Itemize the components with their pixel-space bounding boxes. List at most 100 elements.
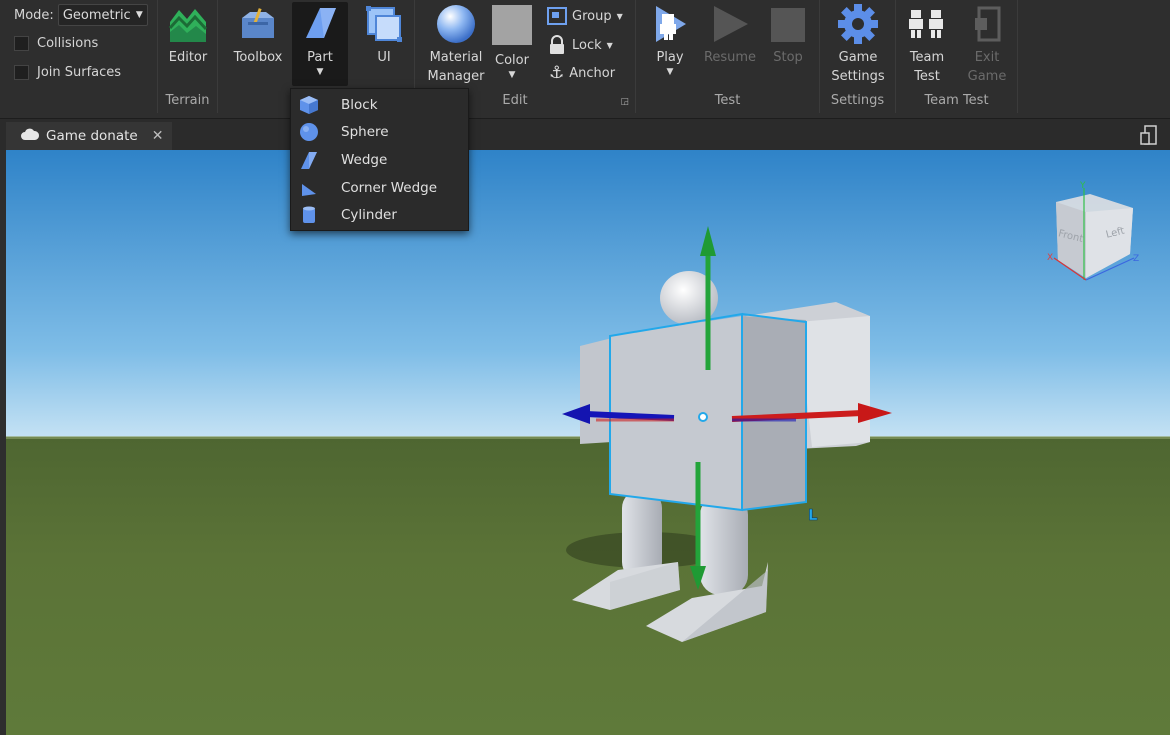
- menu-item-block[interactable]: Block: [291, 91, 468, 119]
- play-icon: [648, 2, 692, 46]
- play-button[interactable]: Play ▼: [648, 2, 692, 77]
- document-tab-bar: Game donate ✕: [0, 119, 1170, 150]
- menu-item-label: Sphere: [341, 124, 389, 141]
- team-test-line2: Test: [914, 69, 940, 84]
- menu-item-label: Corner Wedge: [341, 179, 438, 196]
- cylinder-icon: [299, 205, 319, 225]
- menu-item-sphere[interactable]: Sphere: [291, 119, 468, 147]
- tab-game-donate[interactable]: Game donate ✕: [6, 122, 172, 150]
- scene: L Front Left Y X Z: [6, 150, 1170, 735]
- terrain-icon: [166, 2, 210, 46]
- lock-icon: [550, 35, 564, 54]
- mode-select[interactable]: Geometric ▼: [57, 4, 148, 26]
- anchor-icon: ⚓: [549, 63, 565, 83]
- tab-title: Game donate: [46, 128, 138, 144]
- chevron-down-icon: ▼: [616, 11, 623, 21]
- tools-group: Mode: Geometric ▼ Collisions Join Surfac…: [0, 0, 158, 113]
- ribbon-toolbar: Mode: Geometric ▼ Collisions Join Surfac…: [0, 0, 1170, 119]
- lock-button[interactable]: Lock ▼: [547, 35, 613, 55]
- terrain-editor-button[interactable]: Editor: [166, 2, 210, 67]
- anchor-button[interactable]: ⚓ Anchor: [549, 63, 615, 83]
- color-button[interactable]: Color ▼: [491, 2, 533, 80]
- lock-label: Lock: [572, 37, 602, 53]
- game-settings-line2: Settings: [831, 69, 885, 84]
- mode-label: Mode:: [14, 7, 54, 23]
- wedge-icon: [299, 150, 319, 170]
- gear-icon: [836, 2, 880, 46]
- chevron-down-icon: ▼: [606, 40, 613, 50]
- collisions-label: Collisions: [37, 36, 99, 51]
- group-button[interactable]: Group ▼: [547, 7, 623, 25]
- chevron-down-icon: ▼: [135, 10, 143, 20]
- toolbox-button[interactable]: Toolbox: [230, 2, 286, 67]
- exit-game-line1: Exit: [974, 50, 1000, 65]
- group-icon: [547, 7, 567, 25]
- join-surfaces-checkbox[interactable]: [14, 65, 29, 80]
- join-surfaces-toggle[interactable]: Join Surfaces: [14, 65, 121, 80]
- corner-wedge-icon: [299, 178, 319, 198]
- z-axis-label: Z: [1133, 254, 1139, 264]
- stop-icon: [768, 2, 808, 46]
- stop-button[interactable]: Stop: [768, 2, 808, 67]
- close-icon[interactable]: ✕: [152, 128, 164, 144]
- anchor-label: Anchor: [569, 65, 616, 81]
- ui-label: UI: [377, 50, 391, 65]
- sphere-icon: [299, 122, 319, 142]
- x-axis-label: X: [1047, 253, 1053, 263]
- menu-item-label: Block: [341, 96, 378, 113]
- terrain-group: Editor Terrain: [158, 0, 218, 113]
- game-settings-button[interactable]: Game Settings: [828, 2, 888, 86]
- menu-item-label: Cylinder: [341, 207, 397, 224]
- mode-value: Geometric: [62, 7, 131, 23]
- toolbox-label: Toolbox: [233, 50, 283, 65]
- team-test-group: Team Test Exit Game Team Test: [896, 0, 1018, 113]
- part-dropdown-menu: Block Sphere Wedge Corner Wedge Cylinder: [290, 88, 469, 231]
- 3d-viewport[interactable]: L Front Left Y X Z: [6, 150, 1170, 735]
- group-label: Group: [572, 8, 612, 24]
- part-label: Part: [307, 50, 333, 65]
- resume-icon: [708, 2, 752, 46]
- expand-corner-icon[interactable]: ◲: [620, 97, 629, 107]
- ground-plane[interactable]: [6, 436, 1170, 735]
- team-test-group-label: Team Test: [924, 93, 989, 108]
- material-manager-button[interactable]: Material Manager: [425, 2, 487, 86]
- local-space-indicator: L: [808, 506, 818, 524]
- part-button[interactable]: Part ▼: [292, 2, 348, 86]
- join-surfaces-label: Join Surfaces: [37, 65, 122, 80]
- exit-game-line2: Game: [967, 69, 1007, 84]
- resume-label: Resume: [703, 50, 757, 65]
- collisions-toggle[interactable]: Collisions: [14, 36, 98, 51]
- chevron-down-icon: ▼: [508, 70, 516, 80]
- y-axis-label: Y: [1079, 181, 1086, 191]
- menu-item-cylinder[interactable]: Cylinder: [291, 201, 468, 229]
- material-line2: Manager: [427, 69, 485, 84]
- test-group-label: Test: [714, 93, 741, 108]
- chevron-down-icon: ▼: [316, 67, 324, 77]
- device-view-icon[interactable]: [1140, 125, 1160, 149]
- part-icon: [298, 2, 342, 46]
- toolbox-icon: [236, 2, 280, 46]
- menu-item-corner-wedge[interactable]: Corner Wedge: [291, 174, 468, 202]
- mode-row: Mode: Geometric ▼: [14, 4, 148, 26]
- team-test-button[interactable]: Team Test: [904, 2, 950, 86]
- ui-button[interactable]: UI: [364, 2, 404, 67]
- color-label: Color: [495, 53, 529, 68]
- menu-item-wedge[interactable]: Wedge: [291, 146, 468, 174]
- cloud-icon: [20, 128, 40, 145]
- settings-group: Game Settings Settings: [820, 0, 896, 113]
- game-settings-line1: Game: [838, 50, 878, 65]
- material-sphere-icon: [434, 2, 478, 46]
- team-test-line1: Team: [909, 50, 945, 65]
- exit-game-button[interactable]: Exit Game: [964, 2, 1010, 86]
- color-swatch-icon: [492, 5, 532, 49]
- test-group: Play ▼ Resume Stop Test: [636, 0, 820, 113]
- block-icon: [299, 95, 319, 115]
- resume-button[interactable]: Resume: [702, 2, 758, 67]
- terrain-editor-label: Editor: [168, 50, 208, 65]
- terrain-group-label: Terrain: [165, 93, 210, 108]
- play-label: Play: [656, 50, 684, 65]
- stop-label: Stop: [773, 50, 803, 65]
- exit-game-icon: [965, 2, 1009, 46]
- material-line1: Material: [429, 50, 483, 65]
- collisions-checkbox[interactable]: [14, 36, 29, 51]
